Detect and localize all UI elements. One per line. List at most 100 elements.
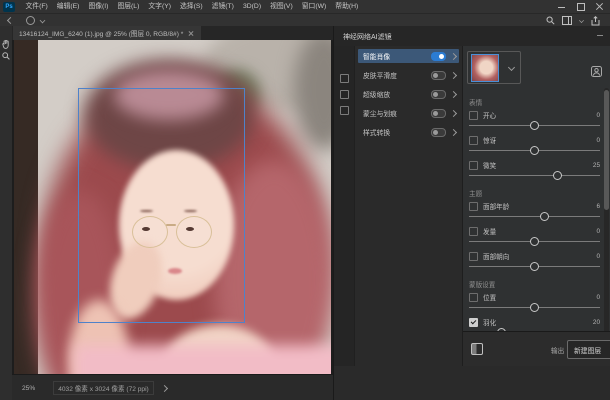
group-header: 蒙版设置	[469, 279, 600, 289]
slider-value: 25	[593, 162, 600, 169]
filter-label: 超级缩放	[363, 89, 390, 99]
neural-filters-panel: 神经网络AI滤镜 智能肖像皮肤平滑度超级缩放蒙尘与划痕样式转换 表情开心0惊讶0…	[333, 26, 610, 400]
brush-size-icon[interactable]	[26, 16, 35, 25]
document-dimensions: 4032 像素 x 3024 像素 (72 ppi)	[53, 381, 154, 395]
close-icon[interactable]	[591, 0, 610, 13]
filter-item[interactable]: 蒙尘与划痕	[358, 106, 459, 120]
menu-item[interactable]: 窗口(W)	[297, 0, 331, 13]
slider-track[interactable]	[469, 261, 600, 272]
zoom-tool-icon[interactable]	[0, 50, 12, 62]
filter-toggle[interactable]	[431, 128, 446, 137]
filter-toggle[interactable]	[431, 109, 446, 118]
all-filters-icon[interactable]	[340, 74, 349, 83]
status-chevron-icon[interactable]	[161, 384, 168, 391]
preview-split-icon[interactable]	[471, 343, 483, 355]
portrait-icon[interactable]	[591, 66, 602, 77]
menu-item[interactable]: 文字(Y)	[144, 0, 176, 13]
slider-handle[interactable]	[530, 121, 539, 130]
menu-item[interactable]: 视图(V)	[266, 0, 298, 13]
slider-value: 0	[596, 253, 600, 260]
workspace-layout-icon[interactable]	[562, 16, 572, 25]
menu-item[interactable]: 文件(F)	[21, 0, 52, 13]
filter-item[interactable]: 智能肖像	[358, 49, 459, 63]
slider-handle[interactable]	[530, 237, 539, 246]
chevron-down-icon	[508, 64, 515, 71]
slider-label: 位置	[483, 292, 496, 302]
chevron-right-icon[interactable]	[450, 52, 457, 59]
output-dropdown[interactable]: 新建图层	[567, 340, 610, 359]
zoom-level[interactable]: 25%	[22, 385, 35, 392]
tab-close-icon[interactable]	[188, 30, 195, 37]
slider-handle[interactable]	[530, 303, 539, 312]
slider-track[interactable]	[469, 170, 600, 181]
maximize-icon[interactable]	[572, 0, 591, 13]
toggle-knob	[433, 130, 438, 135]
slider-checkbox[interactable]	[469, 202, 478, 211]
chevron-right-icon[interactable]	[450, 71, 457, 78]
slider-track[interactable]	[469, 236, 600, 247]
face-thumbnail[interactable]	[471, 54, 499, 82]
wait-list-icon[interactable]	[340, 90, 349, 99]
chevron-right-icon[interactable]	[450, 128, 457, 135]
scrollbar-thumb[interactable]	[604, 90, 609, 210]
slider-track[interactable]	[469, 302, 600, 313]
filter-item[interactable]: 超级缩放	[358, 87, 459, 101]
menu-item[interactable]: 3D(D)	[238, 0, 265, 13]
search-icon[interactable]	[546, 16, 555, 25]
slider-value: 0	[596, 228, 600, 235]
filter-item[interactable]: 样式转换	[358, 125, 459, 139]
filter-label: 皮肤平滑度	[363, 70, 397, 80]
menu-item[interactable]: 滤镜(T)	[207, 0, 238, 13]
slider-checkbox[interactable]	[469, 227, 478, 236]
chevron-down-icon[interactable]	[40, 18, 46, 24]
slider-label: 羽化	[483, 317, 496, 327]
share-icon[interactable]	[591, 16, 600, 26]
slider-track[interactable]	[469, 120, 600, 131]
scrollbar[interactable]	[604, 88, 609, 340]
minimize-icon[interactable]	[553, 0, 572, 13]
menu-item[interactable]: 帮助(H)	[331, 0, 363, 13]
slider-track[interactable]	[469, 211, 600, 222]
output-value: 新建图层	[574, 345, 601, 355]
chevron-right-icon[interactable]	[450, 109, 457, 116]
filter-toggle[interactable]	[431, 90, 446, 99]
slider-checkbox[interactable]	[469, 252, 478, 261]
slider-row: 发量0	[469, 226, 600, 247]
slider-handle[interactable]	[530, 262, 539, 271]
slider-label: 微笑	[483, 160, 496, 170]
portrait-photo	[14, 40, 331, 374]
document-tab[interactable]: 13416124_IMG_6240 (1).jpg @ 25% (图层 0, R…	[13, 26, 201, 40]
filter-item[interactable]: 皮肤平滑度	[358, 68, 459, 82]
slider-handle[interactable]	[540, 212, 549, 221]
slider-track[interactable]	[469, 145, 600, 156]
slider-checkbox[interactable]	[469, 111, 478, 120]
menu-item[interactable]: 选择(S)	[176, 0, 208, 13]
toggle-knob	[433, 111, 438, 116]
menu-item[interactable]: 编辑(E)	[52, 0, 84, 13]
chevron-down-icon[interactable]	[579, 18, 584, 23]
hand-tool-icon[interactable]	[0, 38, 12, 50]
canvas[interactable]	[12, 40, 333, 374]
back-chevron-icon[interactable]	[7, 17, 14, 24]
slider-label: 面部朝向	[483, 251, 509, 261]
filter-list: 智能肖像皮肤平滑度超级缩放蒙尘与划痕样式转换	[355, 46, 462, 366]
filter-toggle[interactable]	[431, 71, 446, 80]
filter-toggle[interactable]	[431, 52, 446, 61]
face-selector[interactable]	[467, 51, 521, 84]
slider-checkbox[interactable]	[469, 161, 478, 170]
slider-checkbox[interactable]	[469, 136, 478, 145]
menu-item[interactable]: 图像(I)	[84, 0, 113, 13]
menu-item[interactable]: 图层(L)	[113, 0, 144, 13]
slider-checkbox[interactable]	[469, 318, 478, 327]
slider-handle[interactable]	[553, 171, 562, 180]
beta-filters-icon[interactable]	[340, 106, 349, 115]
slider-handle[interactable]	[530, 146, 539, 155]
panel-menu-icon[interactable]	[597, 35, 603, 36]
slider-checkbox[interactable]	[469, 293, 478, 302]
menu-bar: Ps 文件(F)编辑(E)图像(I)图层(L)文字(Y)选择(S)滤镜(T)3D…	[0, 0, 610, 13]
slider-value: 0	[596, 294, 600, 301]
slider-value: 0	[596, 112, 600, 119]
photoshop-logo-icon: Ps	[3, 2, 15, 12]
chevron-right-icon[interactable]	[450, 90, 457, 97]
face-detection-box[interactable]	[78, 88, 245, 323]
